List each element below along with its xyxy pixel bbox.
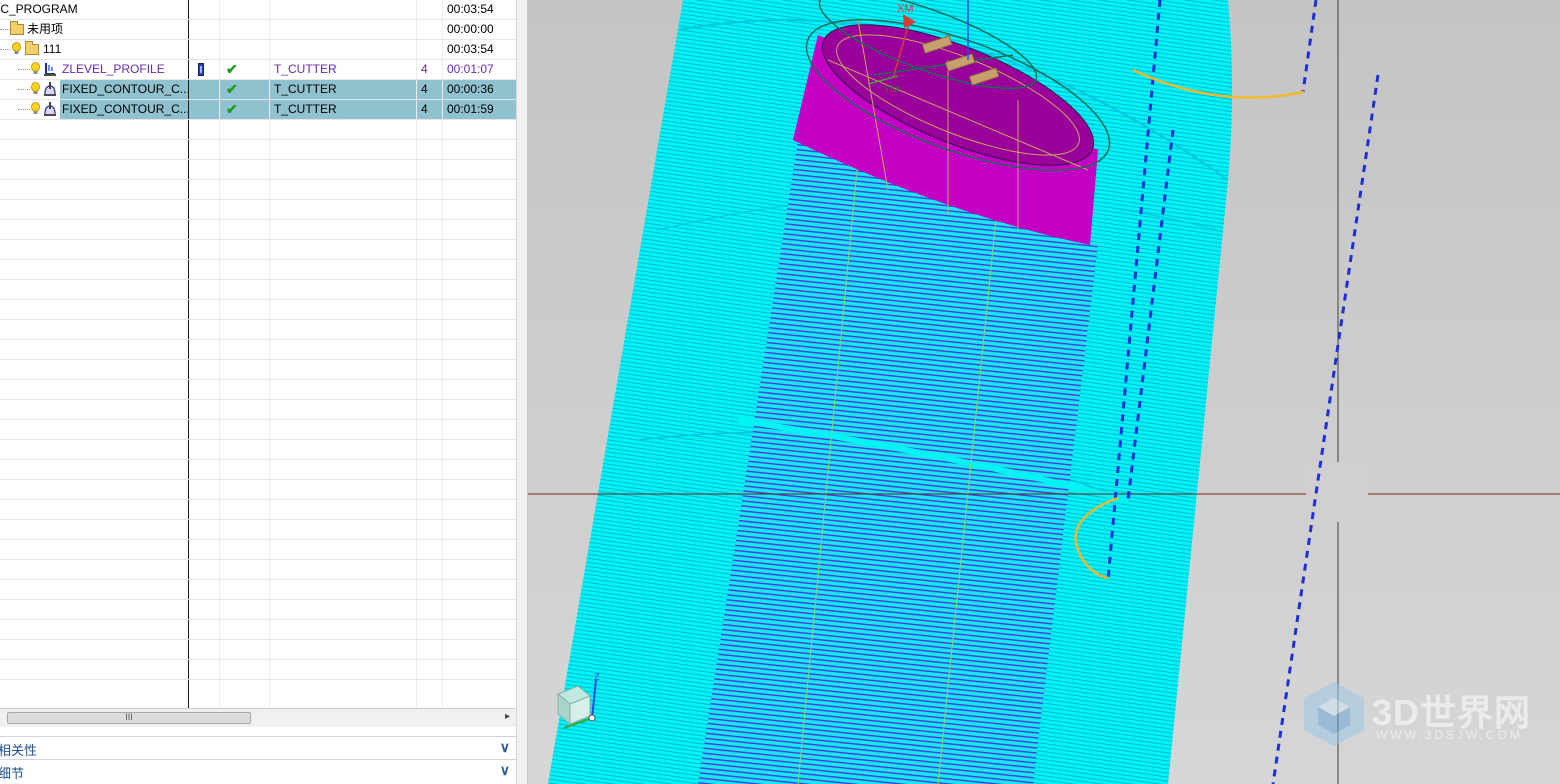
empty-row xyxy=(0,520,516,540)
empty-row xyxy=(0,140,516,160)
empty-row xyxy=(0,200,516,220)
fixed-contour-operation-icon xyxy=(44,82,56,96)
row-time: 00:01:07 xyxy=(447,62,494,76)
row-time: 00:01:59 xyxy=(443,100,516,119)
row-tool: T_CUTTER xyxy=(270,80,416,99)
tree-row-unused-items[interactable]: 未用项 00:00:00 xyxy=(0,20,516,40)
empty-row xyxy=(0,320,516,340)
empty-row xyxy=(0,540,516,560)
empty-row xyxy=(0,580,516,600)
empty-row xyxy=(0,220,516,240)
graphics-viewport[interactable]: XM YM Z 3D世界网 WWW.3DSJW.COM xyxy=(528,0,1560,784)
row-name: IC_PROGRAM xyxy=(0,2,78,16)
empty-row xyxy=(0,460,516,480)
status-bulb-icon xyxy=(31,102,40,114)
fixed-contour-operation-icon xyxy=(44,102,56,116)
check-icon: ✔ xyxy=(226,81,238,97)
empty-row xyxy=(0,420,516,440)
tree-row-operation[interactable]: ZLEVEL_PROFILE ✔ T_CUTTER 4 00:01:07 xyxy=(0,60,516,80)
panel-title: 细节 xyxy=(0,766,25,781)
operation-tree-grid: IC_PROGRAM 00:03:54 未用项 00:00:00 111 00:… xyxy=(0,0,516,708)
row-time: 00:00:00 xyxy=(447,22,494,36)
status-bulb-icon xyxy=(31,62,40,74)
zlevel-operation-icon xyxy=(44,63,56,76)
empty-row xyxy=(0,280,516,300)
horizontal-scrollbar[interactable]: III ▸ xyxy=(0,708,516,727)
empty-row xyxy=(0,300,516,320)
row-tool: T_CUTTER xyxy=(274,62,337,76)
wcs-x-label: XM xyxy=(897,3,914,15)
row-tool-number: 4 xyxy=(417,80,442,99)
watermark: 3D世界网 WWW.3DSJW.COM xyxy=(1298,680,1538,750)
folder-icon xyxy=(25,41,39,55)
brand-cube-icon xyxy=(1304,682,1364,746)
empty-row xyxy=(0,120,516,140)
triad-z-label: Z xyxy=(594,672,600,682)
folder-icon xyxy=(10,21,24,35)
viewport-scene: XM YM Z xyxy=(528,0,1560,784)
tree-row-group-111[interactable]: 111 00:03:54 xyxy=(0,40,516,60)
operation-navigator: IC_PROGRAM 00:03:54 未用项 00:00:00 111 00:… xyxy=(0,0,516,784)
empty-row xyxy=(0,600,516,620)
row-name: ZLEVEL_PROFILE xyxy=(62,62,165,76)
tree-row-program-root[interactable]: IC_PROGRAM 00:03:54 xyxy=(0,0,516,20)
empty-row xyxy=(0,440,516,460)
empty-row xyxy=(0,400,516,420)
row-time: 00:00:36 xyxy=(443,80,516,99)
scroll-right-arrow-icon[interactable]: ▸ xyxy=(505,711,510,722)
details-panel-header[interactable]: 细节 ∨ xyxy=(0,759,516,781)
empty-row xyxy=(0,240,516,260)
empty-row xyxy=(0,260,516,280)
empty-row xyxy=(0,340,516,360)
empty-rows xyxy=(0,120,516,680)
pane-splitter[interactable] xyxy=(516,0,528,784)
panel-title: 相关性 xyxy=(0,743,38,758)
empty-row xyxy=(0,620,516,640)
status-bulb-icon xyxy=(12,42,21,54)
empty-row xyxy=(0,160,516,180)
scroll-thumb[interactable]: III xyxy=(7,712,251,724)
row-name: FIXED_CONTOUR_C... xyxy=(60,100,188,119)
empty-row xyxy=(0,380,516,400)
chevron-down-icon[interactable]: ∨ xyxy=(500,739,510,756)
empty-row xyxy=(0,660,516,680)
status-bulb-icon xyxy=(31,82,40,94)
chevron-down-icon[interactable]: ∨ xyxy=(500,762,510,779)
row-name: 111 xyxy=(43,42,62,56)
row-time: 00:03:54 xyxy=(447,42,494,56)
row-tool-number: 4 xyxy=(421,62,428,76)
empty-row xyxy=(0,360,516,380)
dependencies-panel-header[interactable]: 相关性 ∨ xyxy=(0,736,516,758)
empty-row xyxy=(0,480,516,500)
check-icon: ✔ xyxy=(226,61,238,77)
tree-row-operation[interactable]: FIXED_CONTOUR_C... ✔ T_CUTTER 4 00:00:36 xyxy=(0,80,516,100)
empty-row xyxy=(0,640,516,660)
empty-row xyxy=(0,180,516,200)
row-tool: T_CUTTER xyxy=(270,100,416,119)
generated-path-icon xyxy=(198,63,204,76)
check-icon: ✔ xyxy=(226,101,238,117)
row-name: 未用项 xyxy=(27,22,64,36)
empty-row xyxy=(0,500,516,520)
wcs-y-label: YM xyxy=(883,84,900,96)
row-name: FIXED_CONTOUR_C... xyxy=(60,80,188,99)
row-tool-number: 4 xyxy=(417,100,442,119)
watermark-url: WWW.3DSJW.COM xyxy=(1376,728,1523,742)
tree-row-operation[interactable]: FIXED_CONTOUR_C... ✔ T_CUTTER 4 00:01:59 xyxy=(0,100,516,120)
empty-row xyxy=(0,560,516,580)
row-time: 00:03:54 xyxy=(447,2,494,16)
